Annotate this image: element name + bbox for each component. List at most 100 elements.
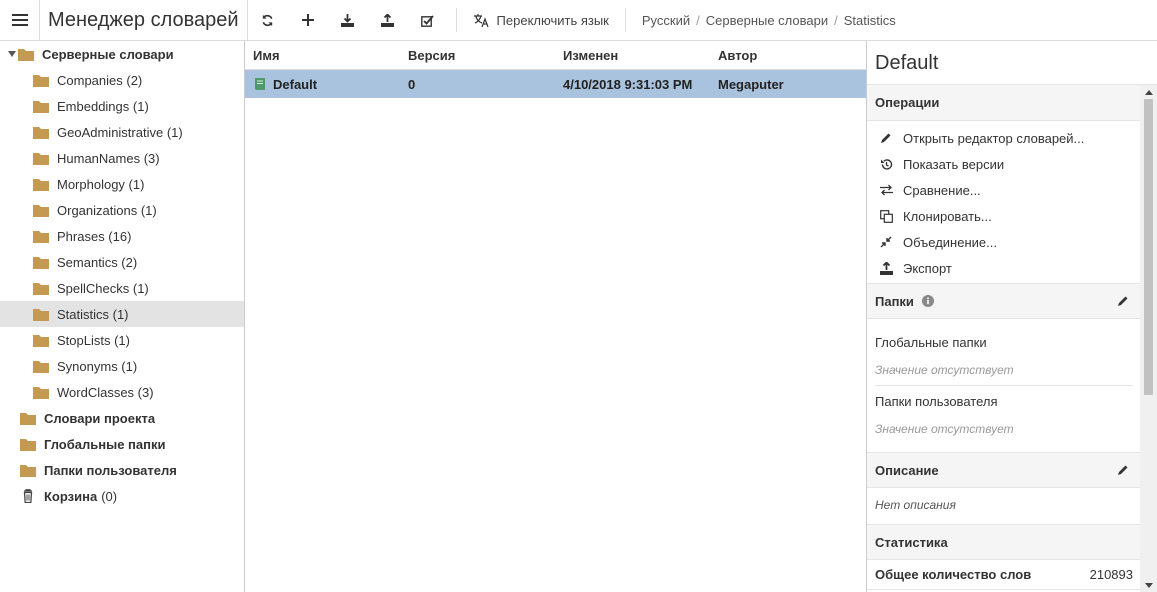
details-title: Default	[867, 41, 1157, 85]
tree-node-child[interactable]: WordClasses (3)	[0, 379, 244, 405]
cell-modified: 4/10/2018 9:31:03 PM	[563, 76, 693, 92]
dictionary-tree: Серверные словари Companies (2) Embedding…	[0, 41, 245, 592]
caret-down-icon[interactable]	[6, 51, 18, 57]
folder-icon	[20, 464, 36, 477]
statistics-section-header: Статистика	[867, 524, 1141, 560]
stat-total-words: Общее количество слов 210893	[867, 560, 1141, 590]
op-merge[interactable]: Объединение...	[867, 229, 1141, 255]
tree-node-child[interactable]: Statistics (1)	[0, 301, 244, 327]
column-header-name[interactable]: Имя	[245, 48, 400, 63]
op-export[interactable]: Экспорт	[867, 255, 1141, 281]
op-show-versions[interactable]: Показать версии	[867, 151, 1141, 177]
tree-node-child[interactable]: Embeddings (1)	[0, 93, 244, 119]
app-title: Менеджер словарей	[40, 0, 248, 41]
tree-node-child[interactable]: Semantics (2)	[0, 249, 244, 275]
folder-icon	[33, 256, 49, 269]
details-panel: Default Операции Открыть редактор словар…	[866, 41, 1157, 592]
breadcrumb-item[interactable]: Русский	[642, 13, 690, 28]
tree-node-child[interactable]: Synonyms (1)	[0, 353, 244, 379]
tree-node-global-folders[interactable]: Глобальные папки	[0, 431, 244, 457]
tree-node-child[interactable]: HumanNames (3)	[0, 145, 244, 171]
tree-node-label: Statistics (1)	[57, 306, 129, 322]
toolbar-separator	[455, 8, 457, 32]
user-folders-label: Папки пользователя	[875, 394, 998, 409]
scroll-down-arrow[interactable]	[1140, 578, 1157, 592]
section-title: Описание	[875, 462, 939, 478]
scroll-up-arrow[interactable]	[1140, 85, 1157, 99]
tree-node-child[interactable]: GeoAdministrative (1)	[0, 119, 244, 145]
op-clone[interactable]: Клонировать...	[867, 203, 1141, 229]
folder-icon	[33, 334, 49, 347]
merge-icon	[879, 235, 893, 249]
tree-node-child[interactable]: Phrases (16)	[0, 223, 244, 249]
details-scroll-area[interactable]: Операции Открыть редактор словарей... По…	[867, 85, 1141, 592]
tree-node-label: Папки пользователя	[44, 462, 177, 478]
folder-icon	[33, 230, 49, 243]
tree-node-project-dictionaries[interactable]: Словари проекта	[0, 405, 244, 431]
trash-count: (0)	[101, 488, 118, 504]
validate-button[interactable]	[408, 0, 448, 41]
tree-node-child[interactable]: Organizations (1)	[0, 197, 244, 223]
user-folders-value: Значение отсутствует	[875, 422, 1014, 436]
op-compare[interactable]: Сравнение...	[867, 177, 1141, 203]
divider	[875, 385, 1133, 386]
trash-icon	[23, 489, 33, 503]
global-folders-label: Глобальные папки	[875, 335, 987, 350]
folder-icon	[20, 438, 36, 451]
edit-icon[interactable]	[1117, 295, 1129, 307]
folder-icon	[33, 100, 49, 113]
menu-icon	[11, 14, 28, 26]
folder-icon	[33, 386, 49, 399]
details-scrollbar[interactable]	[1140, 85, 1157, 592]
scrollbar-thumb[interactable]	[1144, 99, 1153, 395]
tree-node-label: Phrases (16)	[57, 228, 132, 244]
section-title: Статистика	[875, 534, 948, 550]
column-header-modified[interactable]: Изменен	[555, 48, 710, 63]
tree-node-label: Embeddings (1)	[57, 98, 149, 114]
breadcrumb-item[interactable]: Серверные словари	[706, 13, 828, 28]
column-header-version[interactable]: Версия	[400, 48, 555, 63]
global-folders-value: Значение отсутствует	[875, 363, 1014, 377]
tree-node-user-folders[interactable]: Папки пользователя	[0, 457, 244, 483]
tree-node-trash[interactable]: Корзина (0)	[0, 483, 244, 509]
breadcrumb-separator: /	[696, 12, 700, 28]
export-button[interactable]	[368, 0, 408, 41]
menu-button[interactable]	[0, 0, 40, 41]
table-row[interactable]: Default 0 4/10/2018 9:31:03 PM Megaputer	[245, 70, 866, 98]
tree-node-child[interactable]: StopLists (1)	[0, 327, 244, 353]
cell-version: 0	[408, 76, 416, 92]
stat-label: Общее количество слов	[875, 567, 1032, 582]
tree-node-label: Глобальные папки	[44, 436, 166, 452]
import-button[interactable]	[328, 0, 368, 41]
check-icon	[421, 14, 434, 27]
tree-node-label: Companies (2)	[57, 72, 143, 88]
compare-arrows-icon	[879, 183, 893, 197]
edit-icon[interactable]	[1117, 464, 1129, 476]
folder-icon	[20, 412, 36, 425]
tree-node-child[interactable]: Companies (2)	[0, 67, 244, 93]
refresh-icon	[262, 14, 273, 26]
op-open-editor[interactable]: Открыть редактор словарей...	[867, 125, 1141, 151]
folder-icon	[33, 74, 49, 87]
tree-node-child[interactable]: Morphology (1)	[0, 171, 244, 197]
column-header-author[interactable]: Автор	[710, 48, 866, 63]
add-button[interactable]	[288, 0, 328, 41]
translate-icon	[473, 13, 489, 27]
tree-node-label: GeoAdministrative (1)	[57, 124, 183, 140]
folder-icon	[33, 178, 49, 191]
pencil-icon	[879, 131, 893, 145]
section-title: Папки	[875, 293, 914, 309]
stat-value: 210893	[1089, 567, 1133, 582]
upload-icon	[381, 13, 395, 27]
operations-section-header: Операции	[867, 85, 1141, 121]
switch-language-button[interactable]: Переключить язык	[465, 0, 617, 41]
dictionary-grid: Имя Версия Изменен Автор Default 0 4/10/…	[245, 41, 866, 592]
folder-icon	[33, 126, 49, 139]
refresh-button[interactable]	[248, 0, 288, 41]
folder-icon	[33, 282, 49, 295]
info-icon[interactable]	[921, 295, 934, 307]
tree-node-server-dictionaries[interactable]: Серверные словари	[0, 41, 244, 67]
folder-icon	[18, 48, 34, 61]
breadcrumb: Русский / Серверные словари / Statistics	[634, 13, 896, 28]
tree-node-child[interactable]: SpellChecks (1)	[0, 275, 244, 301]
